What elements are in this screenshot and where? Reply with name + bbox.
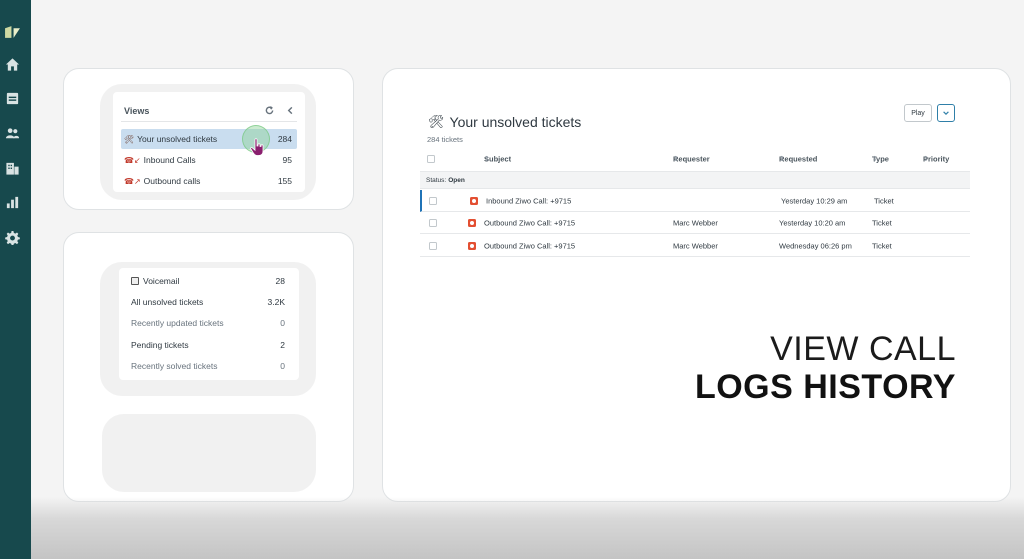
organizations-icon[interactable] (4, 160, 21, 177)
view-item-label: Voicemail (143, 276, 180, 286)
view-item-pending[interactable]: Pending tickets 2 (127, 336, 291, 354)
home-icon[interactable] (4, 56, 21, 73)
views-header: Views (121, 100, 297, 122)
reporting-icon[interactable] (4, 194, 21, 211)
overlay-caption-line1: VIEW CALL (770, 330, 956, 368)
ticket-icon (468, 241, 476, 250)
more-views-panel: Voicemail 28 All unsolved tickets 3.2K R… (119, 268, 299, 380)
status-group-row: Status: Open (420, 171, 970, 189)
view-item-outbound-calls[interactable]: ☎↗ Outbound calls 155 (121, 171, 297, 191)
row-checkbox[interactable] (429, 196, 437, 205)
table-row[interactable]: Outbound Ziwo Call: +9715 Marc Webber We… (420, 235, 970, 257)
group-label: Status: (426, 176, 447, 184)
view-item-label: Outbound calls (143, 176, 201, 186)
row-type: Ticket (872, 218, 892, 227)
view-item-label: Recently solved tickets (131, 361, 218, 371)
view-item-inbound-calls[interactable]: ☎↙ Inbound Calls 95 (121, 150, 297, 170)
left-nav-rail (0, 0, 31, 559)
ticket-icon (470, 196, 478, 205)
view-item-count: 0 (280, 361, 285, 371)
view-item-voicemail[interactable]: Voicemail 28 (127, 272, 291, 290)
collapse-chevron-left-icon[interactable] (286, 106, 295, 115)
overlay-caption-line2: LOGS HISTORY (694, 368, 956, 406)
table-row[interactable]: Outbound Ziwo Call: +9715 Marc Webber Ye… (420, 212, 970, 234)
row-subject[interactable]: Outbound Ziwo Call: +9715 (484, 218, 575, 227)
view-item-count: 284 (277, 134, 292, 144)
view-item-label: All unsolved tickets (131, 297, 204, 307)
row-requested: Yesterday 10:29 am (781, 196, 848, 205)
view-item-label: Inbound Calls (143, 155, 196, 165)
hand-cursor-icon (250, 138, 264, 156)
row-type: Ticket (874, 196, 894, 205)
play-button[interactable]: Play (904, 104, 932, 122)
row-type: Ticket (872, 241, 892, 250)
view-item-label: Pending tickets (131, 340, 189, 350)
view-title: 🛠 Your unsolved tickets (428, 114, 581, 130)
row-subject[interactable]: Outbound Ziwo Call: +9715 (484, 241, 575, 250)
zendesk-logo-icon[interactable] (4, 24, 21, 41)
group-value: Open (448, 176, 465, 184)
row-requested: Yesterday 10:20 am (779, 218, 846, 227)
views-panel: Views 🛠 Your unsolved tickets 284 ☎↙ Inbou… (113, 92, 305, 192)
row-requested: Wednesday 06:26 pm (779, 241, 852, 250)
row-requester: Marc Webber (673, 241, 718, 250)
view-item-count: 3.2K (267, 297, 286, 307)
view-item-label: Your unsolved tickets (137, 134, 218, 144)
row-checkbox[interactable] (429, 241, 437, 250)
view-item-count: 0 (280, 318, 285, 328)
view-item-recently-updated[interactable]: Recently updated tickets 0 (127, 314, 291, 332)
row-subject[interactable]: Inbound Ziwo Call: +9715 (486, 196, 571, 205)
refresh-icon[interactable] (265, 106, 274, 115)
view-item-recently-solved[interactable]: Recently solved tickets 0 (127, 357, 291, 375)
bottom-fade (31, 497, 1024, 559)
table-header: Subject ⇕ Requester ⇕ Requested ⇕ Type ⇕… (420, 150, 970, 168)
views-icon[interactable] (4, 90, 21, 107)
view-options-button[interactable] (937, 104, 955, 122)
tools-icon: 🛠 (428, 114, 445, 129)
view-item-label: Recently updated tickets (131, 318, 224, 328)
view-item-count: 155 (277, 176, 292, 186)
ticket-list-card (382, 68, 1011, 502)
settings-gear-icon[interactable] (4, 229, 21, 246)
view-title-text: Your unsolved tickets (449, 114, 582, 130)
voicemail-icon (131, 277, 139, 285)
inbound-phone-icon: ☎↙ (124, 155, 141, 165)
placeholder-block (102, 414, 316, 492)
table-row[interactable]: Inbound Ziwo Call: +9715 Yesterday 10:29… (420, 190, 970, 212)
row-checkbox[interactable] (429, 218, 437, 227)
select-all-checkbox[interactable] (427, 155, 435, 163)
ticket-icon (468, 218, 476, 227)
row-requester: Marc Webber (673, 218, 718, 227)
tools-icon: 🛠 (124, 134, 135, 144)
view-item-count: 2 (280, 340, 285, 350)
chevron-down-icon (943, 111, 949, 116)
customers-icon[interactable] (4, 125, 21, 142)
ticket-count: 284 tickets (427, 135, 463, 144)
view-item-count: 95 (282, 155, 292, 165)
view-item-count: 28 (275, 276, 285, 286)
views-title: Views (124, 105, 150, 116)
outbound-phone-icon: ☎↗ (124, 176, 141, 186)
view-item-all-unsolved[interactable]: All unsolved tickets 3.2K (127, 293, 291, 311)
view-item-your-unsolved[interactable]: 🛠 Your unsolved tickets 284 (121, 129, 297, 149)
